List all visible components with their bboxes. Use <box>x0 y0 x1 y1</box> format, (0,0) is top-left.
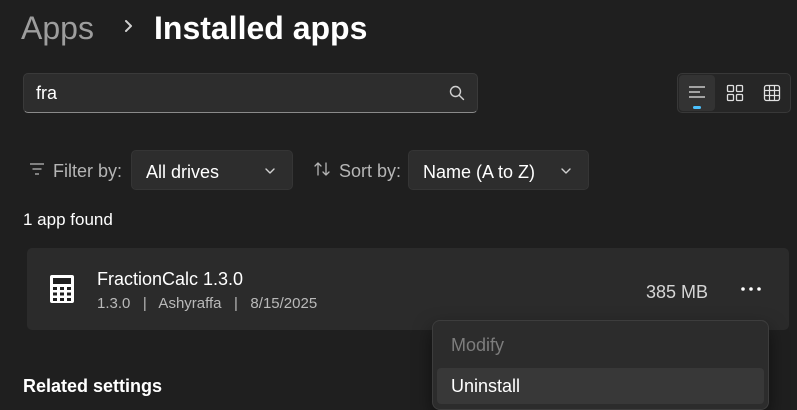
search-box[interactable] <box>23 73 478 113</box>
search-input[interactable] <box>36 82 436 104</box>
filter-icon <box>30 163 44 175</box>
active-indicator <box>693 106 701 109</box>
drive-filter-dropdown[interactable]: All drives <box>131 150 293 190</box>
filter-label: Filter by: <box>53 161 123 181</box>
tile-view-button[interactable] <box>717 75 753 111</box>
app-context-menu: Modify Uninstall <box>432 320 769 410</box>
related-settings-heading: Related settings <box>23 376 163 396</box>
calculator-icon <box>50 275 74 303</box>
modify-label: Modify <box>451 335 505 355</box>
list-view-icon <box>689 86 705 98</box>
page-title: Installed apps <box>154 10 368 46</box>
view-mode-toggle <box>677 73 791 113</box>
sort-dropdown[interactable]: Name (A to Z) <box>408 150 589 190</box>
sort-label: Sort by: <box>339 161 402 181</box>
grid-view-icon <box>763 84 781 102</box>
sort-icon <box>314 162 330 176</box>
app-list-item: FractionCalc 1.3.0 1.3.0 | Ashyraffa | 8… <box>27 248 789 330</box>
app-size: 385 MB <box>645 282 708 302</box>
modify-menu-item: Modify <box>437 327 764 363</box>
drive-filter-value: All drives <box>146 162 220 182</box>
chevron-down-icon <box>561 168 571 174</box>
breadcrumb-apps-link[interactable]: Apps <box>21 10 94 46</box>
search-icon[interactable] <box>449 85 465 101</box>
app-name: FractionCalc 1.3.0 <box>97 269 244 289</box>
app-details: 1.3.0 | Ashyraffa | 8/15/2025 <box>97 295 318 312</box>
uninstall-menu-item[interactable]: Uninstall <box>437 368 764 404</box>
result-count: 1 app found <box>23 210 113 229</box>
more-options-icon[interactable] <box>737 277 765 301</box>
sort-value: Name (A to Z) <box>423 162 536 182</box>
tile-view-icon <box>726 84 744 102</box>
grid-view-button[interactable] <box>754 75 790 111</box>
list-view-button[interactable] <box>679 75 715 111</box>
chevron-down-icon <box>265 168 275 174</box>
chevron-right-icon <box>125 20 132 32</box>
uninstall-label: Uninstall <box>451 376 521 396</box>
